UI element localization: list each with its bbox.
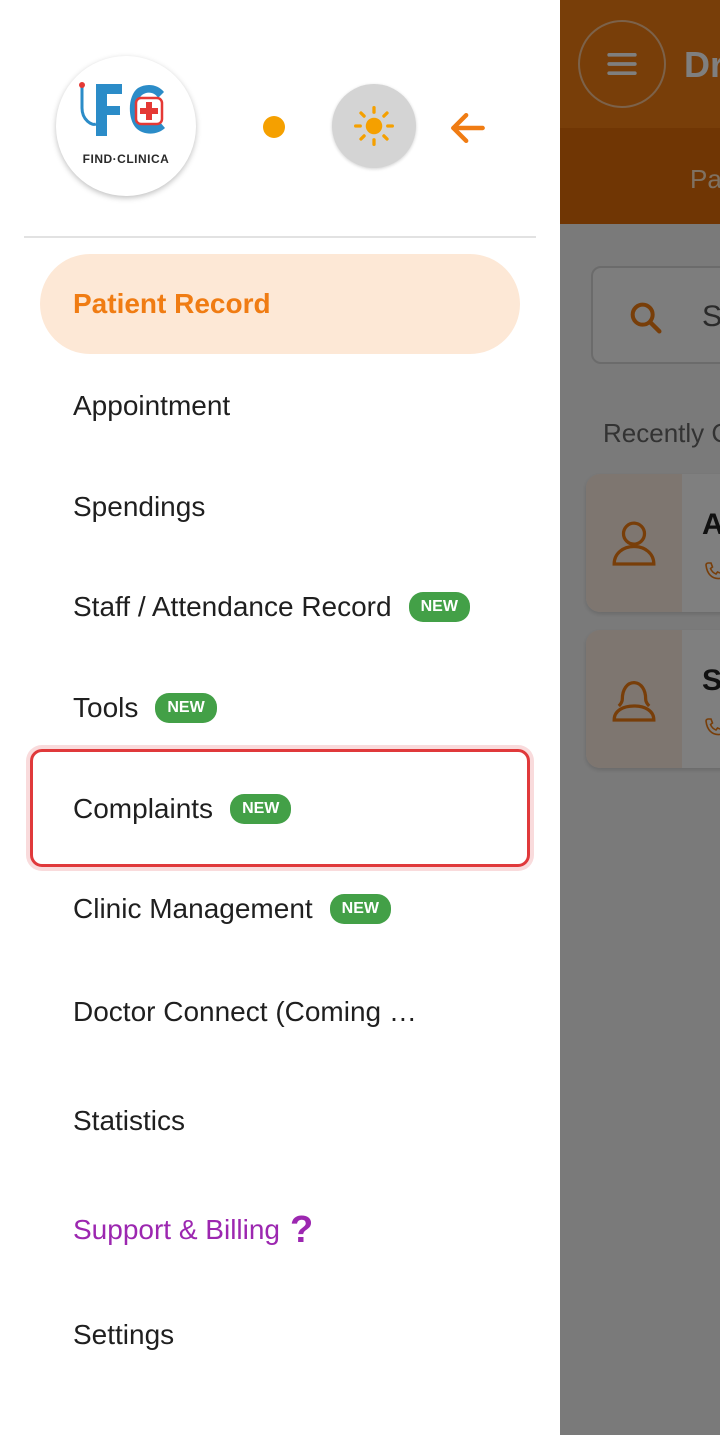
menu-item-label: Patient Record <box>73 288 271 319</box>
new-badge: NEW <box>230 794 292 824</box>
menu-item-label: Clinic Management <box>73 893 313 924</box>
drawer-divider <box>24 236 536 238</box>
find-clinica-logo: FIND·CLINICA <box>56 56 196 196</box>
menu-item-spendings[interactable]: Spendings <box>40 457 520 557</box>
menu-item-label: Tools <box>73 692 139 723</box>
help-question-icon: ? <box>290 1209 314 1251</box>
sun-icon <box>354 106 394 146</box>
new-badge: NEW <box>329 894 391 924</box>
menu-item-support-billing[interactable]: Support & Billing ? <box>40 1180 520 1280</box>
arrow-left-icon[interactable] <box>446 106 490 150</box>
menu-item-tools[interactable]: Tools NEW <box>40 658 520 758</box>
logo-text: FIND·CLINICA <box>82 152 170 166</box>
status-dot <box>263 116 285 138</box>
menu-item-label: Appointment <box>73 390 231 421</box>
menu-item-staff-attendance[interactable]: Staff / Attendance Record NEW <box>40 557 520 657</box>
menu-item-label: Spendings <box>73 491 206 522</box>
theme-toggle-button[interactable] <box>332 84 416 168</box>
menu-item-label: Doctor Connect (Coming … <box>73 996 417 1027</box>
menu-item-label: Settings <box>73 1319 175 1350</box>
navigation-drawer: FIND·CLINICA Patient Record Appointment <box>0 0 560 1435</box>
menu-item-statistics[interactable]: Statistics <box>40 1071 520 1171</box>
menu-item-complaints[interactable]: Complaints NEW <box>40 759 520 859</box>
menu-item-settings[interactable]: Settings <box>40 1285 520 1385</box>
menu-item-label: Complaints <box>73 793 214 824</box>
menu-item-appointment[interactable]: Appointment <box>40 356 520 456</box>
menu-item-clinic-management[interactable]: Clinic Management NEW <box>40 859 520 959</box>
menu-item-doctor-connect[interactable]: Doctor Connect (Coming … <box>40 962 520 1062</box>
new-badge: NEW <box>155 693 217 723</box>
menu-item-patient-record[interactable]: Patient Record <box>40 254 520 354</box>
menu-item-label: Staff / Attendance Record <box>73 591 392 622</box>
stethoscope-logo-icon <box>79 82 165 136</box>
new-badge: NEW <box>408 592 470 622</box>
menu-item-label: Support & Billing <box>73 1214 281 1245</box>
menu-item-label: Statistics <box>73 1105 186 1136</box>
